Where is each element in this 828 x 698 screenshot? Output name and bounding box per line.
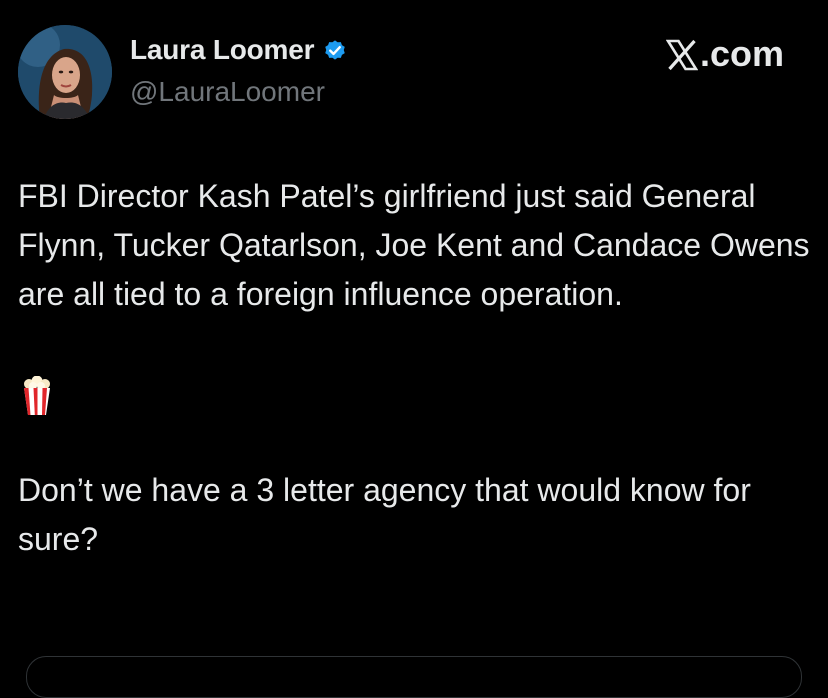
author-name-row: Laura Loomer <box>130 34 348 66</box>
tweet-paragraph: FBI Director Kash Patel’s girlfriend jus… <box>18 178 810 312</box>
brand-watermark: .com <box>665 33 784 75</box>
tweet-text: FBI Director Kash Patel’s girlfriend jus… <box>18 172 810 564</box>
verified-badge-icon[interactable] <box>322 37 348 63</box>
emoji-line <box>18 368 810 417</box>
x-logo-icon <box>665 38 699 71</box>
author-display-name[interactable]: Laura Loomer <box>130 34 315 66</box>
tweet-paragraph: Don’t we have a 3 letter agency that wou… <box>18 472 751 557</box>
popcorn-icon <box>21 375 53 416</box>
embedded-card-edge[interactable] <box>26 656 802 698</box>
brand-label: .com <box>699 33 784 74</box>
avatar[interactable] <box>18 25 112 119</box>
author-handle[interactable]: @LauraLoomer <box>130 76 325 108</box>
